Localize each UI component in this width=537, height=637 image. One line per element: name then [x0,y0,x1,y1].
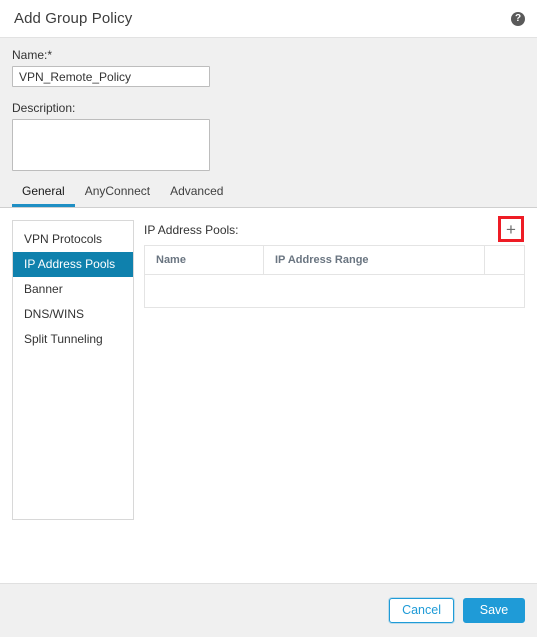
ip-address-pools-panel: IP Address Pools: + Name IP Address Rang… [144,216,525,308]
tab-bar: General AnyConnect Advanced [12,181,233,207]
plus-icon: + [506,219,516,239]
sidebar-item-ip-address-pools[interactable]: IP Address Pools [13,252,133,277]
cancel-button[interactable]: Cancel [389,598,454,623]
tab-advanced[interactable]: Advanced [160,184,233,207]
table-row[interactable] [144,274,525,308]
dialog-body: VPN Protocols IP Address Pools Banner DN… [0,208,537,583]
sidebar-item-dns-wins[interactable]: DNS/WINS [13,302,133,327]
column-header-actions [484,245,525,275]
name-input[interactable] [12,66,210,87]
add-pool-wrapper: + [498,216,524,242]
ip-address-pools-header: IP Address Pools: + [144,216,525,242]
description-input[interactable] [12,119,210,171]
settings-category-list: VPN Protocols IP Address Pools Banner DN… [12,220,134,520]
column-header-name: Name [144,245,264,275]
table-body [144,274,525,308]
sidebar-item-split-tunneling[interactable]: Split Tunneling [13,327,133,352]
column-header-ip-address-range: IP Address Range [263,245,485,275]
form-area: Name:* Description: General AnyConnect A… [0,38,537,208]
ip-address-pools-label: IP Address Pools: [144,223,239,237]
page-title: Add Group Policy [14,10,133,27]
dialog-header: Add Group Policy ? [0,0,537,38]
sidebar-item-banner[interactable]: Banner [13,277,133,302]
tab-general[interactable]: General [12,184,75,207]
table-empty-cell [144,274,525,308]
table-header: Name IP Address Range [144,245,525,275]
save-button[interactable]: Save [463,598,525,623]
help-icon[interactable]: ? [511,11,525,26]
add-pool-button[interactable]: + [498,216,524,242]
dialog-footer: Cancel Save [0,583,537,637]
name-label: Name:* [12,48,53,62]
description-label: Description: [12,101,76,115]
sidebar-item-vpn-protocols[interactable]: VPN Protocols [13,227,133,252]
add-group-policy-dialog: Add Group Policy ? Name:* Description: G… [0,0,537,637]
ip-address-pools-table: Name IP Address Range [144,245,525,308]
form-spacer [12,87,525,101]
tab-anyconnect[interactable]: AnyConnect [75,184,160,207]
table-header-row: Name IP Address Range [144,245,525,275]
